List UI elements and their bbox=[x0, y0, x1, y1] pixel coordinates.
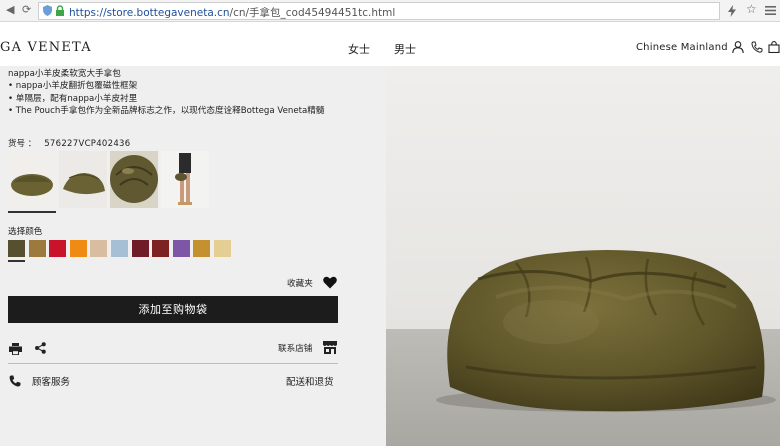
color-swatch[interactable] bbox=[49, 240, 67, 257]
region-selector[interactable]: Chinese Mainland bbox=[636, 42, 728, 53]
product-hero-image[interactable] bbox=[386, 67, 780, 446]
sku: 货号 ： 576227VCP402436 bbox=[8, 137, 130, 149]
divider bbox=[8, 363, 338, 364]
sku-label: 货号 ： bbox=[8, 139, 37, 149]
print-icon[interactable] bbox=[9, 343, 22, 355]
nav-women[interactable]: 女士 bbox=[348, 43, 370, 56]
product-features: nappa小羊皮柔软宽大手拿包 • nappa小羊皮翻折包覆磁性框架 • 单隔层… bbox=[8, 68, 324, 117]
reload-icon[interactable]: ⟳ bbox=[22, 3, 31, 16]
url-text: https://store.bottegaveneta.cn/cn/手拿包_co… bbox=[69, 7, 396, 19]
color-swatch[interactable] bbox=[214, 240, 231, 257]
store-icon[interactable] bbox=[323, 341, 337, 354]
add-to-bag-button[interactable]: 添加至购物袋 bbox=[8, 296, 338, 323]
feature-line: • 单隔层，配有nappa小羊皮衬里 bbox=[8, 93, 138, 104]
color-swatch[interactable] bbox=[152, 240, 170, 257]
heart-icon[interactable] bbox=[323, 276, 337, 289]
color-swatch[interactable] bbox=[28, 240, 46, 257]
brand-logo[interactable]: GA VENETA bbox=[0, 40, 92, 55]
share-icon[interactable] bbox=[34, 342, 47, 354]
back-arrow-icon[interactable]: ◀ bbox=[6, 3, 14, 16]
browser-address-bar: ◀ ⟳ https://store.bottegaveneta.cn/cn/手拿… bbox=[0, 0, 780, 22]
lightning-icon[interactable] bbox=[728, 5, 736, 17]
lock-icon bbox=[56, 5, 64, 16]
color-swatch[interactable] bbox=[69, 240, 87, 257]
phone-icon[interactable] bbox=[751, 41, 763, 53]
pouch-bag-image bbox=[386, 67, 780, 446]
color-swatch[interactable] bbox=[111, 240, 128, 257]
feature-line: nappa小羊皮柔软宽大手拿包 bbox=[8, 69, 121, 79]
contact-store-link[interactable]: 联系店铺 bbox=[278, 342, 312, 354]
swatch-selected-indicator bbox=[8, 260, 25, 262]
menu-icon[interactable] bbox=[765, 5, 776, 16]
thumbnail-selected-indicator bbox=[8, 211, 56, 213]
thumbnail-front[interactable] bbox=[8, 151, 56, 208]
color-swatch[interactable] bbox=[193, 240, 211, 257]
feature-line: • The Pouch手拿包作为全新品牌标志之作，以现代态度诠释Bottega … bbox=[8, 105, 325, 116]
gender-nav: 女士 男士 bbox=[348, 41, 440, 57]
shield-icon bbox=[43, 5, 52, 16]
color-swatch[interactable] bbox=[172, 240, 190, 257]
thumbnail-detail[interactable] bbox=[110, 151, 158, 208]
color-swatch[interactable] bbox=[131, 240, 149, 257]
thumbnail-side[interactable] bbox=[59, 151, 107, 208]
color-label: 选择颜色 bbox=[8, 227, 43, 237]
nav-men[interactable]: 男士 bbox=[394, 43, 416, 56]
product-info-panel: nappa小羊皮柔软宽大手拿包 • nappa小羊皮翻折包覆磁性框架 • 单隔层… bbox=[0, 67, 386, 446]
phone-icon bbox=[9, 375, 21, 387]
account-icon[interactable] bbox=[732, 41, 744, 53]
site-header: GA VENETA 女士 男士 Chinese Mainland bbox=[0, 22, 780, 67]
url-field[interactable]: https://store.bottegaveneta.cn/cn/手拿包_co… bbox=[38, 2, 720, 20]
shipping-returns-link[interactable]: 配送和退货 bbox=[286, 374, 334, 388]
color-swatch[interactable] bbox=[90, 240, 108, 257]
favorites-label[interactable]: 收藏夹 bbox=[287, 277, 313, 289]
star-icon[interactable]: ☆ bbox=[746, 2, 757, 16]
shopping-bag-icon[interactable] bbox=[768, 41, 780, 53]
thumbnail-model[interactable] bbox=[161, 151, 209, 208]
sku-value: 576227VCP402436 bbox=[44, 139, 131, 149]
customer-service-link[interactable]: 顾客服务 bbox=[32, 374, 70, 388]
color-swatch[interactable] bbox=[8, 240, 25, 257]
feature-line: • nappa小羊皮翻折包覆磁性框架 bbox=[8, 81, 138, 92]
